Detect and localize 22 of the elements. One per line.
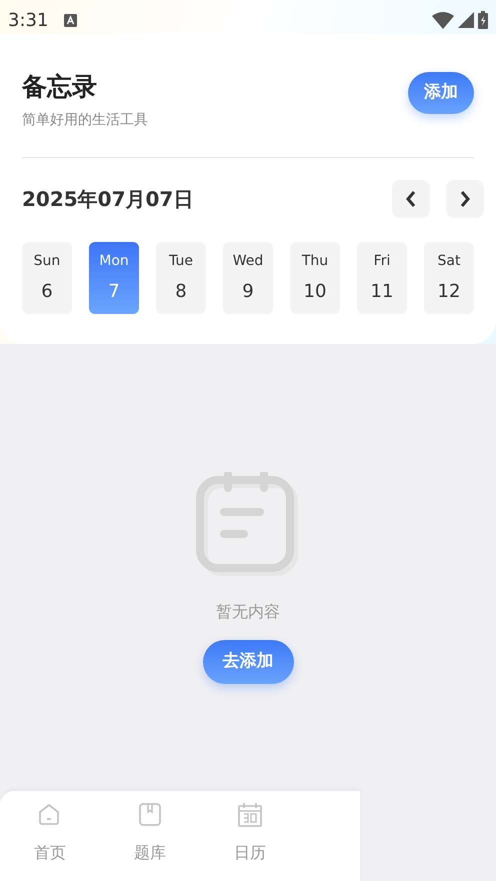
signal-icon bbox=[458, 12, 474, 28]
empty-message: 暂无内容 bbox=[216, 601, 280, 623]
status-time: 3:31 bbox=[8, 8, 48, 32]
battery-icon bbox=[478, 11, 488, 29]
previous-button[interactable] bbox=[392, 180, 430, 218]
day-tab[interactable]: Sun 6 bbox=[22, 242, 72, 314]
page-title: 备忘录 bbox=[22, 72, 98, 102]
keyboard-icon bbox=[64, 14, 78, 26]
page-subtitle: 简单好用的生活工具 bbox=[22, 111, 148, 130]
day-tab[interactable]: Wed 9 bbox=[223, 242, 273, 314]
chevron-left-icon bbox=[404, 190, 418, 208]
next-button[interactable] bbox=[446, 180, 484, 218]
day-tab[interactable]: Thu 10 bbox=[290, 242, 340, 314]
calendar-icon bbox=[236, 801, 264, 829]
bookmark-book-icon bbox=[136, 801, 164, 829]
day-tab[interactable]: Tue 8 bbox=[156, 242, 206, 314]
day-tab[interactable]: Fri 11 bbox=[357, 242, 407, 314]
day-tab[interactable]: Mon 7 bbox=[89, 242, 139, 314]
day-tab[interactable]: Sat 12 bbox=[424, 242, 474, 314]
current-date: 2025年07月07日 bbox=[22, 186, 194, 213]
chevron-right-icon bbox=[458, 190, 472, 208]
wifi-icon bbox=[432, 12, 454, 28]
